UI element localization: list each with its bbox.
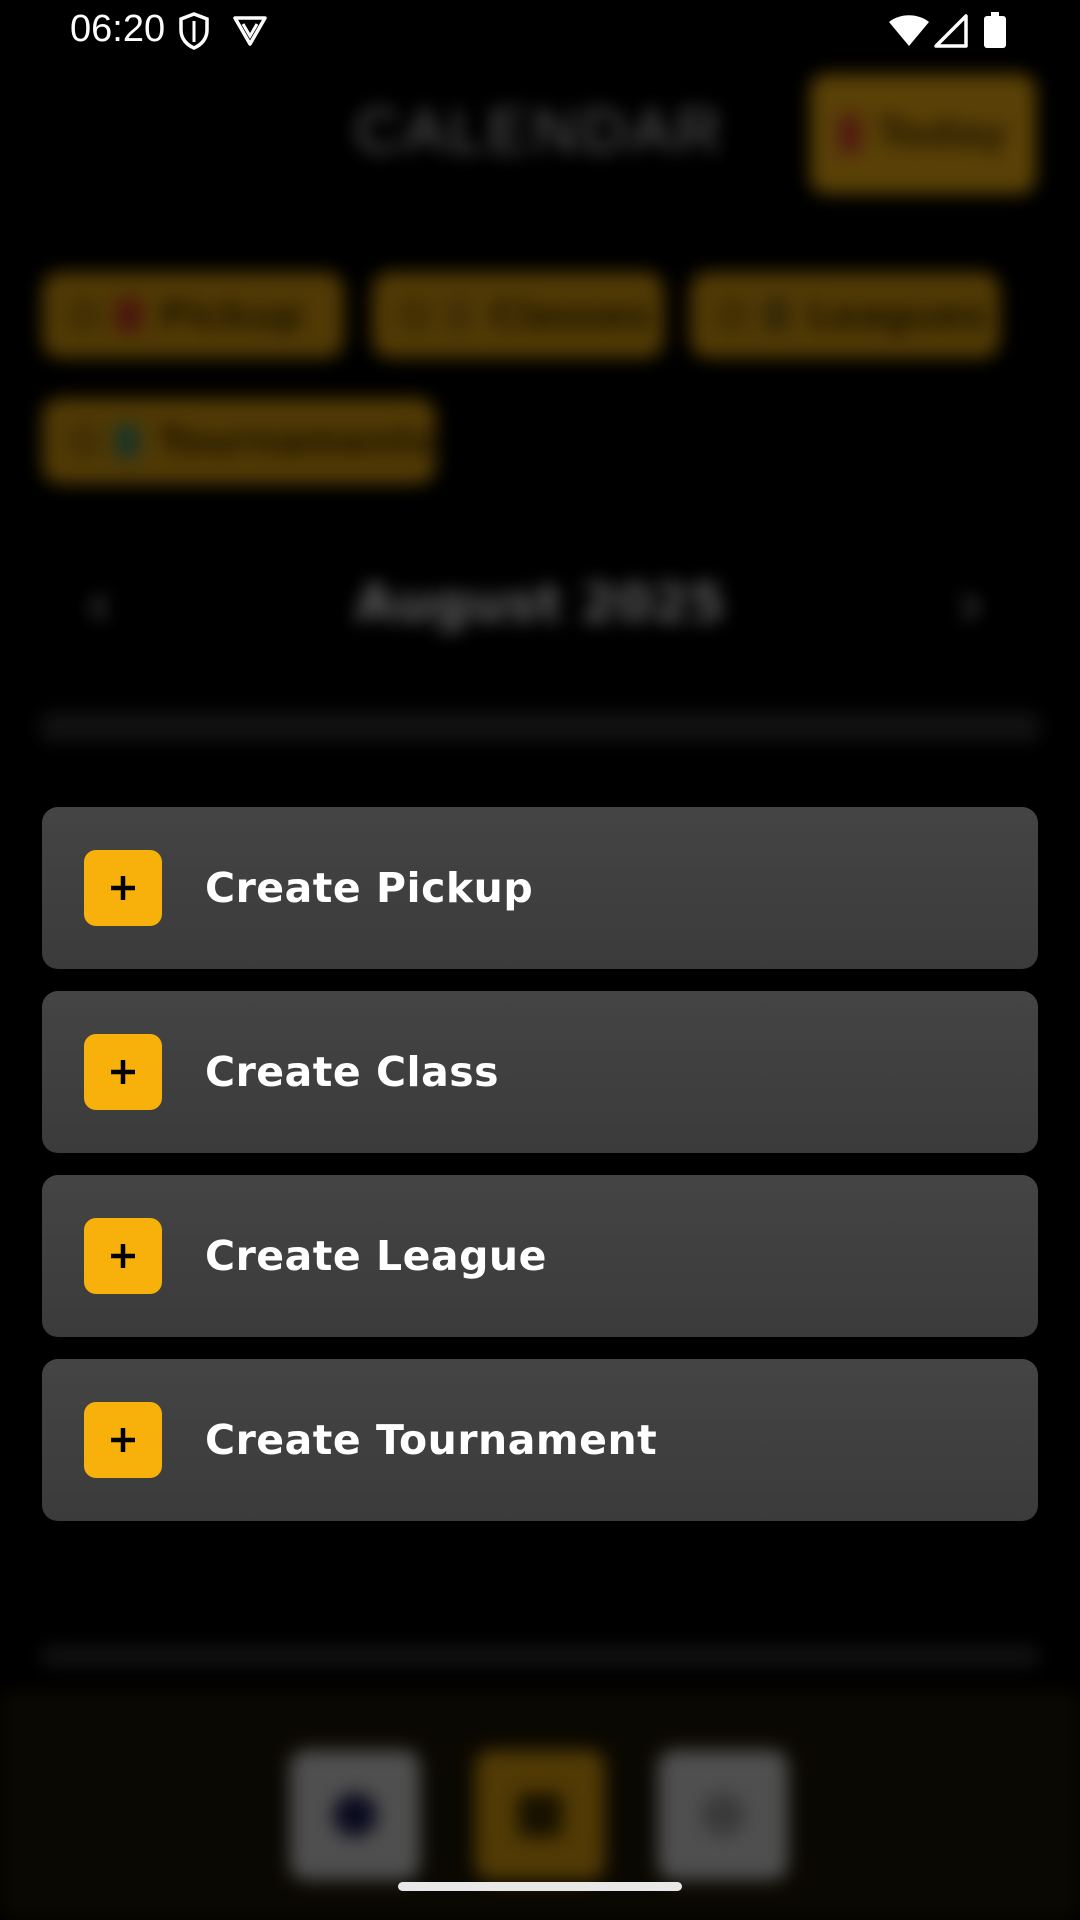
create-league-button[interactable]: Create League	[42, 1175, 1038, 1337]
status-time: 06:20	[70, 8, 166, 50]
action-label: Create League	[205, 1232, 547, 1280]
action-label: Create Class	[205, 1048, 500, 1096]
home-indicator[interactable]	[398, 1882, 682, 1891]
create-pickup-button[interactable]: Create Pickup	[42, 807, 1038, 969]
battery-icon	[984, 12, 1006, 52]
plus-icon	[84, 1402, 162, 1478]
plus-icon	[84, 850, 162, 926]
plus-icon	[84, 1218, 162, 1294]
divider	[40, 712, 1040, 742]
filter-chip: Tournaments	[42, 398, 436, 484]
today-button: Today	[810, 74, 1036, 194]
calendar-title: CALENDAR	[355, 97, 725, 166]
action-label: Create Tournament	[205, 1416, 658, 1464]
nav-tab-calendar	[475, 1750, 605, 1880]
nav-tab-home	[290, 1750, 420, 1880]
nav-tab-settings	[658, 1750, 788, 1880]
divider	[40, 1646, 1040, 1666]
signal-icon	[934, 14, 968, 52]
create-action-sheet: Create Pickup Create Class Create League…	[42, 807, 1038, 1543]
plus-icon	[84, 1034, 162, 1110]
vpn-badge-icon	[232, 12, 268, 52]
shield-icon	[178, 12, 210, 54]
status-bar: 06:20	[0, 0, 1080, 62]
filter-chip: Classes	[372, 272, 664, 358]
create-class-button[interactable]: Create Class	[42, 991, 1038, 1153]
action-label: Create Pickup	[205, 864, 534, 912]
wifi-icon	[888, 14, 930, 52]
filter-chip: Leagues	[690, 272, 1000, 358]
create-tournament-button[interactable]: Create Tournament	[42, 1359, 1038, 1521]
month-navigator: ‹ August 2025 ›	[86, 568, 984, 642]
filter-chip: Pickup	[42, 272, 344, 358]
